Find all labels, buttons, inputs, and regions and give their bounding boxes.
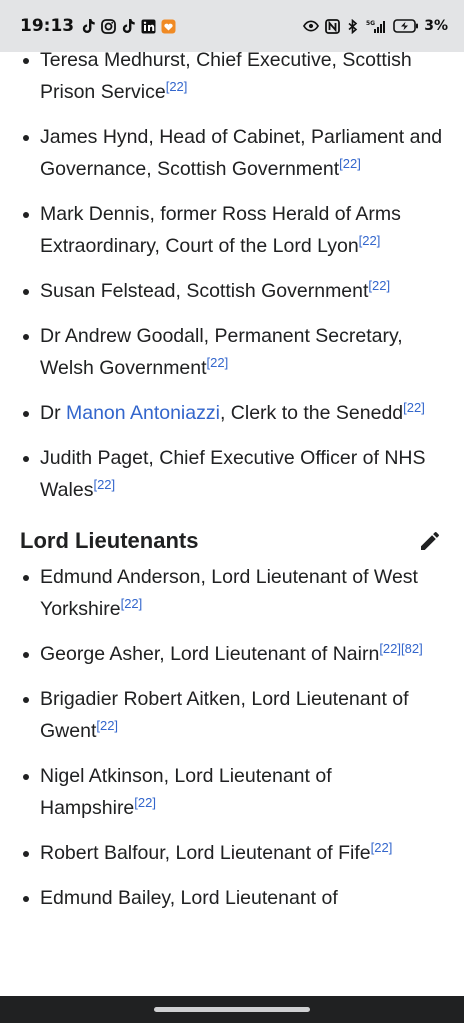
item-text: George Asher, Lord Lieutenant of Nairn	[40, 643, 380, 665]
list-item: Robert Balfour, Lord Lieutenant of Fife[…	[0, 837, 464, 869]
linkedin-icon	[140, 18, 156, 34]
list-item: Mark Dennis, former Ross Herald of Arms …	[0, 198, 464, 262]
list-item: Judith Paget, Chief Executive Officer of…	[0, 442, 464, 506]
list-item: Brigadier Robert Aitken, Lord Lieutenant…	[0, 683, 464, 747]
navigation-bar	[0, 996, 464, 1023]
citation-link[interactable]: [22]	[166, 79, 188, 94]
citation-link[interactable]: [22]	[379, 641, 401, 656]
citation-link[interactable]: [22]	[371, 840, 393, 855]
network-label: 5G	[366, 20, 375, 27]
battery-percent: 3%	[424, 18, 448, 34]
first-list: Teresa Medhurst, Chief Executive, Scotti…	[0, 44, 464, 506]
item-text: Susan Felstead, Scottish Government	[40, 280, 369, 302]
item-text: Teresa Medhurst, Chief Executive, Scotti…	[40, 49, 412, 103]
item-text: Brigadier Robert Aitken, Lord Lieutenant…	[40, 688, 409, 742]
heart-app-icon	[160, 18, 176, 34]
list-item: Susan Felstead, Scottish Government[22]	[0, 275, 464, 307]
item-prefix: Dr	[40, 402, 66, 424]
bluetooth-icon	[345, 18, 361, 34]
section-title: Lord Lieutenants	[20, 528, 199, 553]
eye-icon	[303, 18, 320, 34]
citation-link[interactable]: [22]	[93, 477, 115, 492]
item-text: Judith Paget, Chief Executive Officer of…	[40, 447, 426, 501]
signal-5g-icon: 5G	[366, 18, 388, 34]
pencil-icon	[421, 531, 440, 550]
citation-link[interactable]: [22]	[368, 278, 390, 293]
list-item: Edmund Anderson, Lord Lieutenant of West…	[0, 561, 464, 625]
tiktok-icon	[80, 18, 96, 34]
citation-link[interactable]: [22]	[339, 156, 361, 171]
item-text: Edmund Bailey, Lord Lieutenant of	[40, 887, 338, 909]
item-text: Edmund Anderson, Lord Lieutenant of West…	[40, 566, 418, 620]
list-item: Dr Manon Antoniazzi, Clerk to the Senedd…	[0, 397, 464, 429]
status-time: 19:13	[20, 16, 75, 36]
item-text: , Clerk to the Senedd	[219, 402, 404, 424]
list-item: Edmund Bailey, Lord Lieutenant of	[0, 882, 464, 914]
item-text: Robert Balfour, Lord Lieutenant of Fife	[40, 842, 371, 864]
item-text: Dr Andrew Goodall, Permanent Secretary, …	[40, 325, 403, 379]
citation-link[interactable]: [22]	[359, 233, 381, 248]
list-item: George Asher, Lord Lieutenant of Nairn[2…	[0, 638, 464, 670]
citation-link[interactable]: [22]	[134, 795, 156, 810]
battery-charging-icon	[393, 18, 419, 34]
item-text: Nigel Atkinson, Lord Lieutenant of Hamps…	[40, 765, 332, 819]
tiktok-icon	[120, 18, 136, 34]
list-item: Teresa Medhurst, Chief Executive, Scotti…	[0, 44, 464, 108]
wiki-link[interactable]: Manon Antoniazzi	[66, 402, 220, 424]
citation-link[interactable]: [22]	[207, 355, 229, 370]
citation-link[interactable]: [22]	[121, 596, 143, 611]
edit-section-button[interactable]	[416, 527, 444, 555]
citation-link[interactable]: [22]	[403, 400, 425, 415]
item-text: Mark Dennis, former Ross Herald of Arms …	[40, 203, 401, 257]
instagram-icon	[100, 18, 116, 34]
nfc-icon	[324, 18, 340, 34]
item-text: James Hynd, Head of Cabinet, Parliament …	[40, 126, 443, 180]
list-item: Dr Andrew Goodall, Permanent Secretary, …	[0, 320, 464, 384]
citation-link[interactable]: [82]	[401, 641, 423, 656]
second-list: Edmund Anderson, Lord Lieutenant of West…	[0, 561, 464, 914]
notification-icons	[80, 18, 176, 34]
citation-link[interactable]: [22]	[96, 718, 118, 733]
list-item: Nigel Atkinson, Lord Lieutenant of Hamps…	[0, 760, 464, 824]
list-item: James Hynd, Head of Cabinet, Parliament …	[0, 121, 464, 185]
gesture-handle[interactable]	[154, 1007, 310, 1012]
section-header: Lord Lieutenants	[0, 519, 464, 561]
article-content: Teresa Medhurst, Chief Executive, Scotti…	[0, 44, 464, 927]
status-right: 5G 3%	[303, 18, 448, 34]
